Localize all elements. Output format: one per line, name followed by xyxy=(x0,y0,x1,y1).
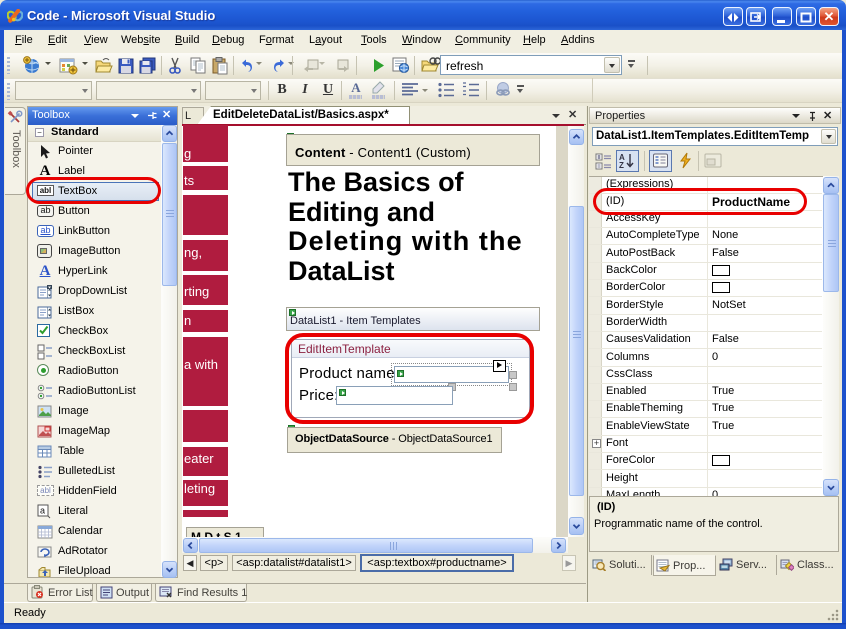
svg-text:a: a xyxy=(40,506,45,516)
svg-text:Z: Z xyxy=(619,161,624,169)
